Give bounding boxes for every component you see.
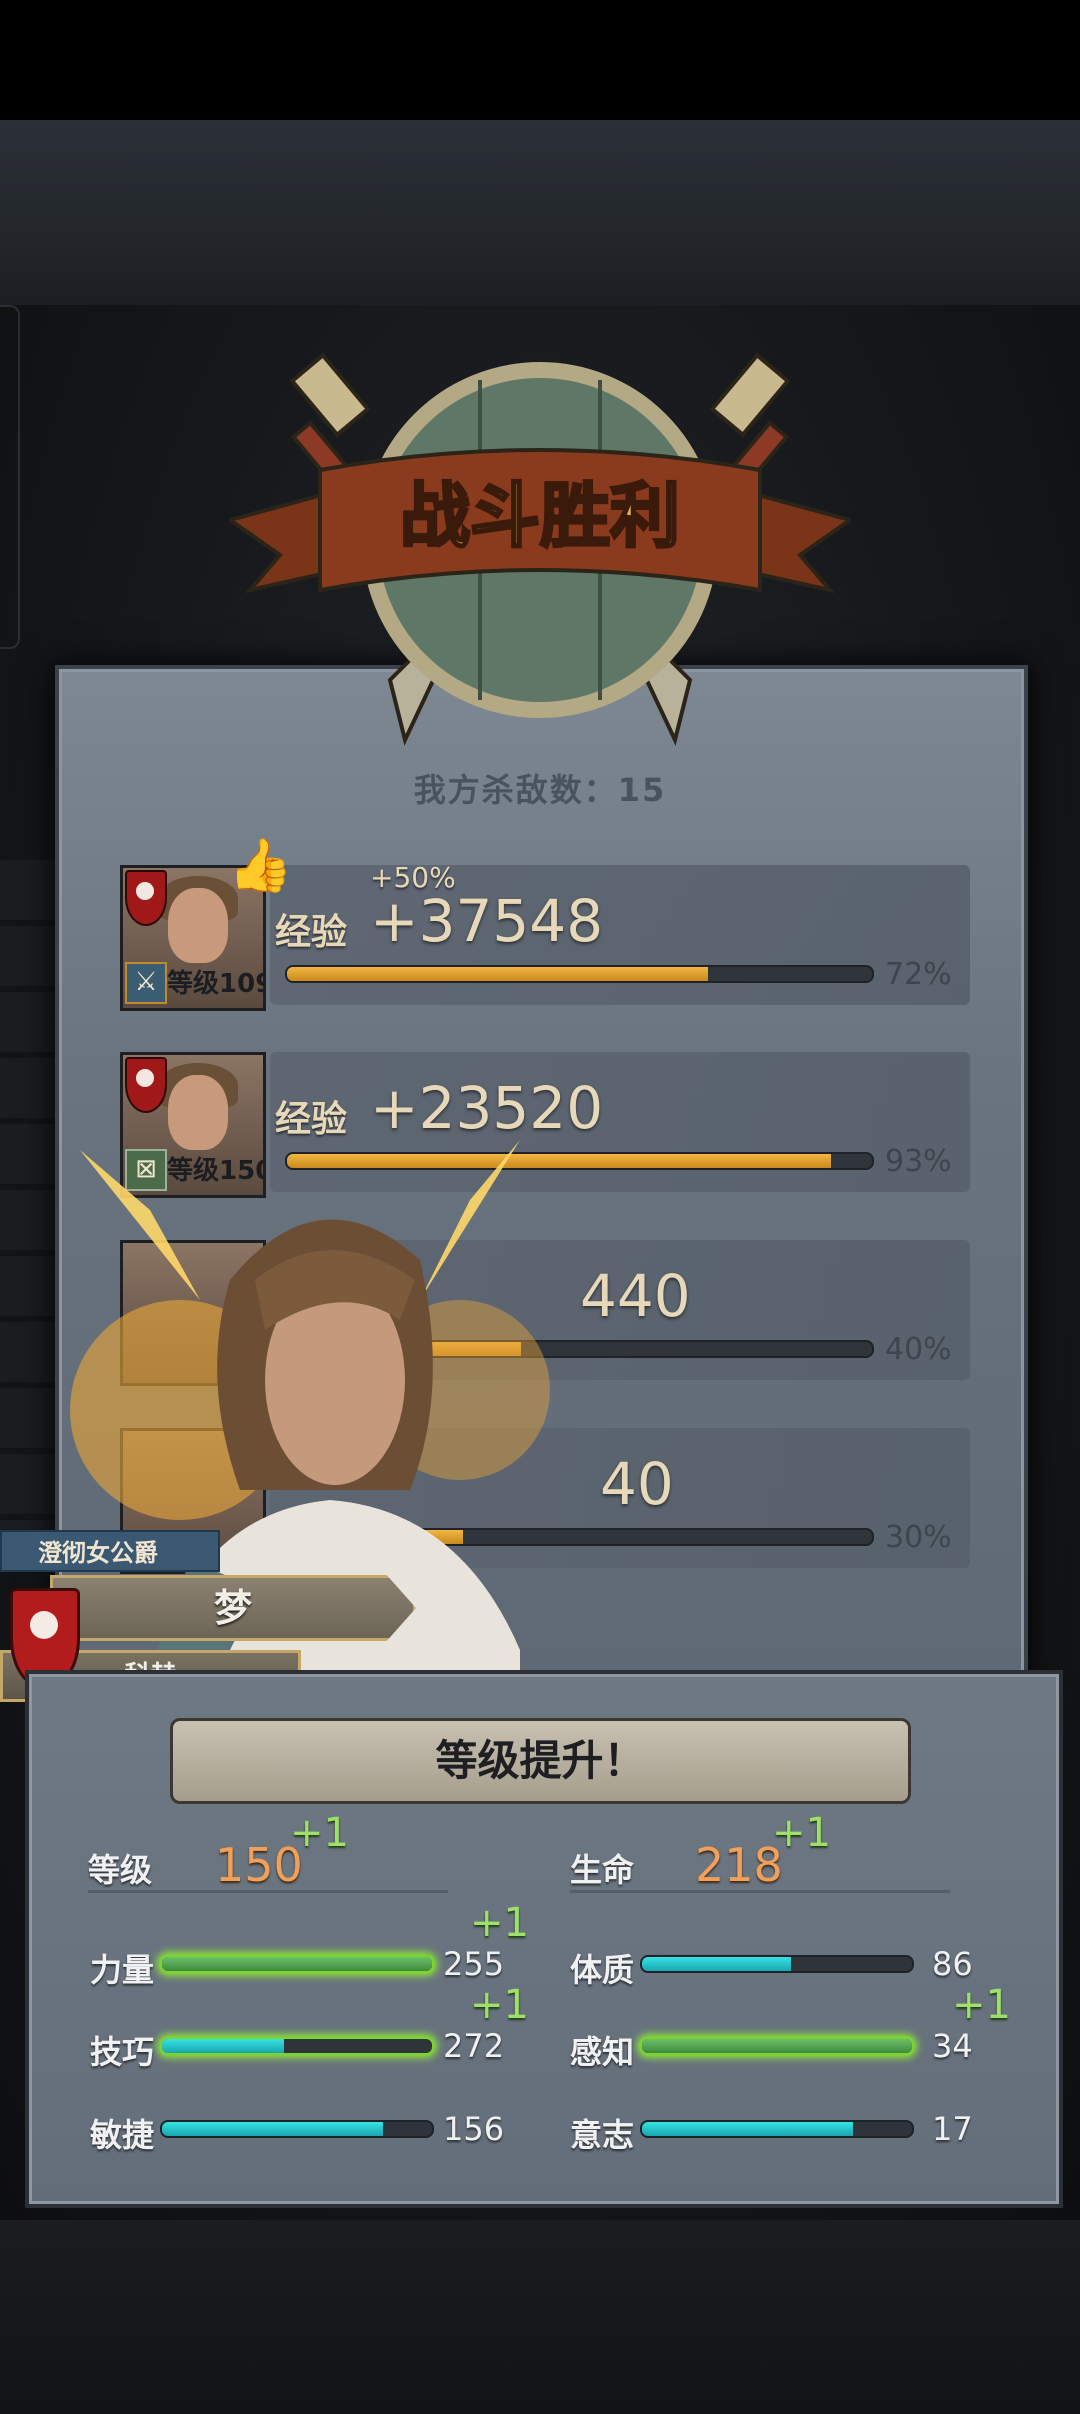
stat-value: 255 [443, 1945, 505, 1983]
top-black-bar [0, 0, 1080, 120]
exp-percent: 93% [885, 1144, 952, 1179]
stat-label: 体质 [570, 1951, 635, 1989]
stat-bar-fill [162, 2122, 384, 2136]
stat-bar [160, 2120, 434, 2138]
divider [88, 1890, 448, 1893]
exp-value: 40 [600, 1450, 674, 1518]
stat-bar-fill [642, 2039, 912, 2053]
stat-value: 272 [443, 2027, 505, 2065]
stat-value: 156 [443, 2110, 505, 2148]
level-up-title: 等级提升！ [170, 1718, 911, 1804]
stat-label: 技巧 [90, 2033, 155, 2071]
stat-label: 意志 [570, 2116, 635, 2154]
stat-plus: +1 [470, 1982, 529, 2028]
stat-value: 17 [932, 2110, 973, 2148]
side-tab[interactable] [0, 305, 20, 649]
exp-progress-bar [285, 965, 874, 983]
stat-bar [640, 2120, 914, 2138]
sword-icon: ⚔ [125, 962, 167, 1004]
unit-level: 等级109 [167, 969, 263, 999]
header-strip [0, 120, 1080, 305]
stat-bar [160, 2037, 434, 2055]
thumbs-up-icon: 👍 [228, 836, 293, 896]
stat-bar [160, 1955, 434, 1973]
stat-label: 力量 [90, 1951, 155, 1989]
exp-value: 440 [580, 1262, 691, 1330]
stat-label: 敏捷 [90, 2116, 155, 2154]
exp-percent: 72% [885, 957, 952, 992]
exp-progress-fill [287, 967, 709, 981]
exp-label: 经验 [275, 912, 348, 953]
exp-value: +37548 [370, 887, 604, 955]
level-plus: +1 [290, 1810, 349, 1856]
hero-name: 梦 [50, 1575, 416, 1641]
level-label: 等级 [88, 1851, 153, 1889]
exp-percent: 30% [885, 1520, 952, 1555]
hp-value: 218 [695, 1838, 783, 1892]
stat-bar-fill [162, 2039, 284, 2053]
kill-count: 我方杀敌数：15 [413, 771, 667, 809]
hero-title: 澄彻女公爵 [0, 1530, 220, 1572]
stat-label: 感知 [570, 2033, 635, 2071]
faction-shield-icon [125, 870, 167, 926]
victory-crest-icon: 战斗胜利 [230, 352, 850, 746]
stat-value: 34 [932, 2027, 973, 2065]
reward-row[interactable]: ⚔ 等级109 👍 +50% 经验 +37548 72% [120, 836, 970, 1011]
exp-percent: 40% [885, 1332, 952, 1367]
victory-title: 战斗胜利 [400, 475, 680, 557]
hp-plus: +1 [772, 1810, 831, 1856]
stat-bar-fill [642, 2122, 853, 2136]
stat-value: 86 [932, 1945, 973, 1983]
bottom-strip [0, 2220, 1080, 2414]
stat-bar [640, 1955, 914, 1973]
stat-plus: +1 [470, 1900, 529, 1946]
stat-bar-fill [642, 1957, 791, 1971]
hp-label: 生命 [570, 1851, 635, 1889]
stat-bar [640, 2037, 914, 2055]
faction-shield-icon [125, 1057, 167, 1113]
stat-plus: +1 [952, 1982, 1011, 2028]
stat-bar-fill [162, 1957, 432, 1971]
stone-wall [0, 860, 60, 1560]
divider [570, 1890, 950, 1893]
